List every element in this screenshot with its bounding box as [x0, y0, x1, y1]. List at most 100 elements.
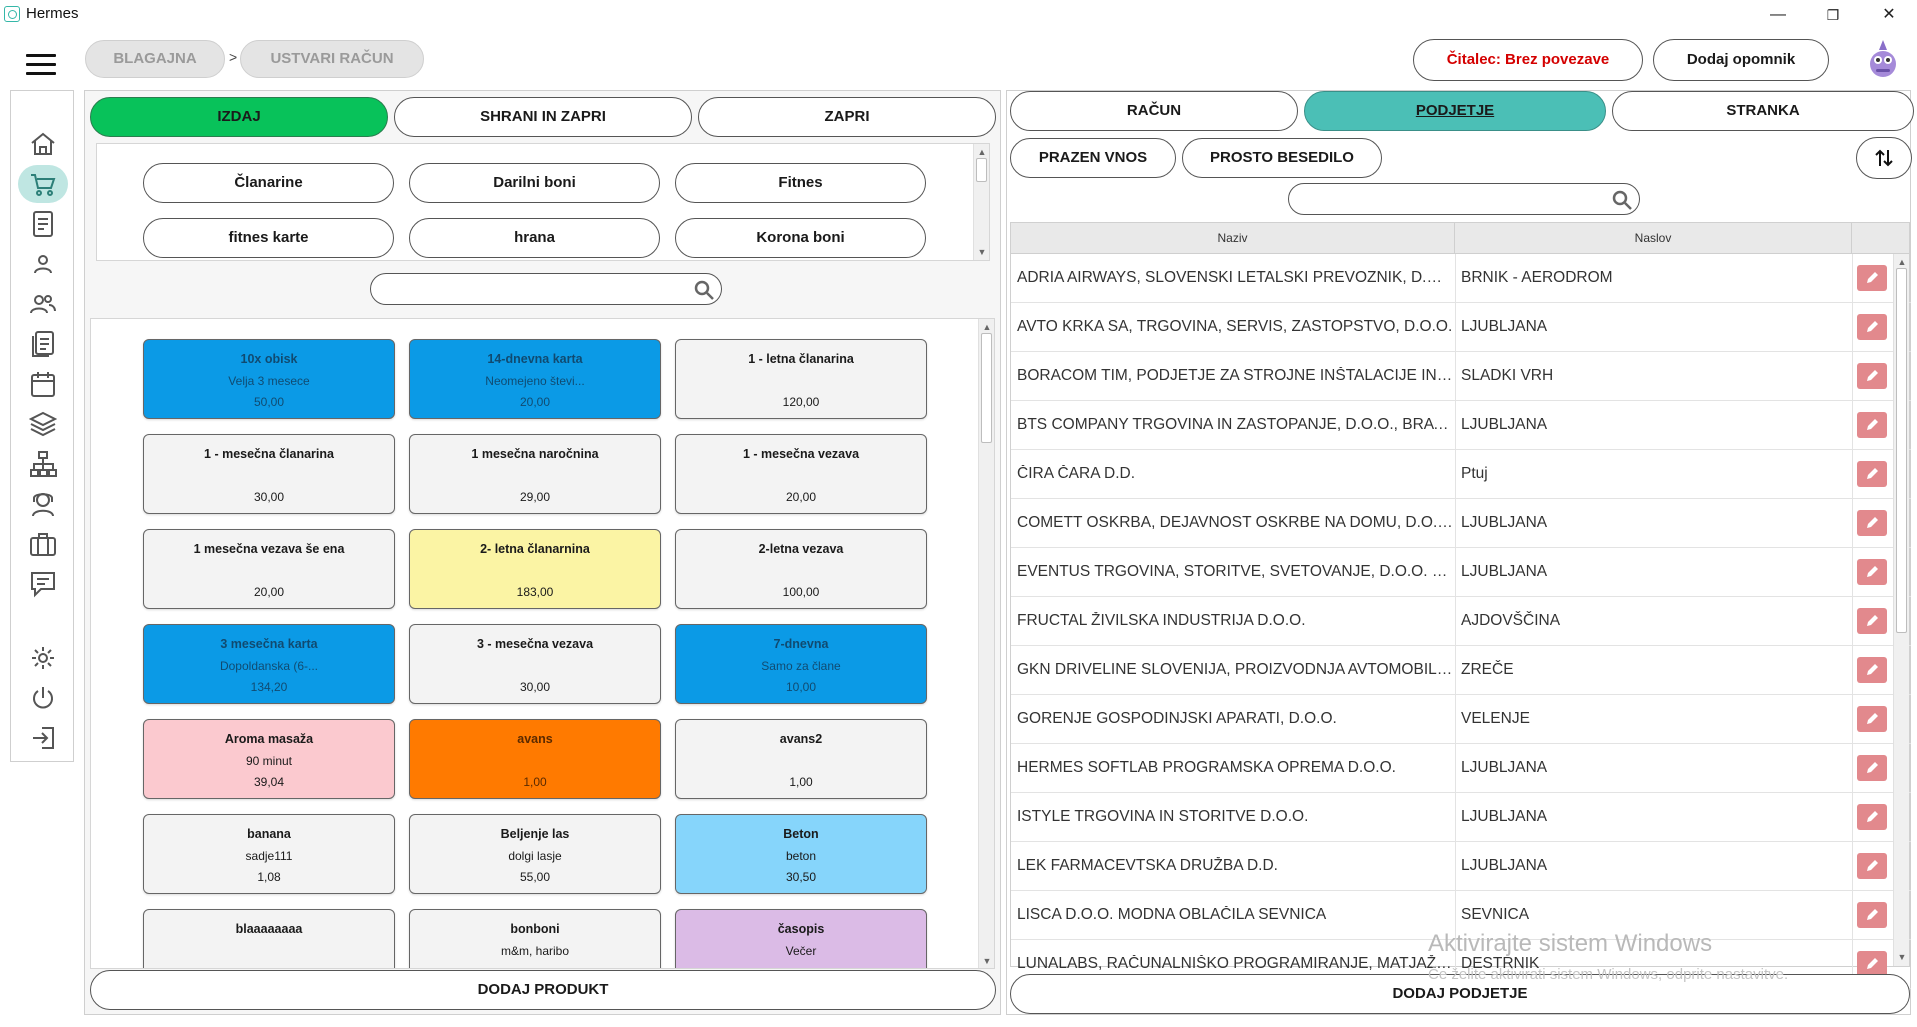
breadcrumb-create-invoice[interactable]: USTVARI RAČUN — [240, 40, 424, 78]
product-tile[interactable]: Aroma masaža 90 minut 39,04 — [143, 719, 395, 799]
support-icon[interactable] — [11, 487, 75, 521]
product-tile[interactable]: Beljenje las dolgi lasje 55,00 — [409, 814, 661, 894]
category-fitnes-karte[interactable]: fitnes karte — [143, 218, 394, 258]
reader-status-button[interactable]: Čitalec: Brez povezave — [1413, 39, 1643, 81]
edit-button[interactable] — [1857, 559, 1887, 585]
calendar-icon[interactable] — [11, 367, 75, 401]
product-scrollbar[interactable]: ▲ ▼ — [978, 319, 994, 968]
edit-button[interactable] — [1857, 706, 1887, 732]
product-tile[interactable]: 1 - mesečna vezava 20,00 — [675, 434, 927, 514]
edit-button[interactable] — [1857, 265, 1887, 291]
product-search-input[interactable] — [370, 273, 722, 305]
users-icon[interactable] — [11, 287, 75, 321]
company-search-input[interactable] — [1288, 183, 1640, 215]
edit-button[interactable] — [1857, 412, 1887, 438]
edit-button[interactable] — [1857, 608, 1887, 634]
category-fitnes[interactable]: Fitnes — [675, 163, 926, 203]
close-window-button[interactable]: ✕ — [1866, 2, 1912, 28]
product-tile[interactable]: časopis Večer — [675, 909, 927, 968]
layers-icon[interactable] — [11, 407, 75, 441]
category-korona-boni[interactable]: Korona boni — [675, 218, 926, 258]
product-tile[interactable]: 3 mesečna karta Dopoldanska (6-... 134,20 — [143, 624, 395, 704]
table-row[interactable]: LEK FARMACEVTSKA DRUŽBA D.D. LJUBLJANA — [1011, 842, 1911, 891]
category-scrollbar[interactable]: ▲ ▼ — [973, 144, 989, 260]
product-tile[interactable]: 1 mesečna naročnina 29,00 — [409, 434, 661, 514]
table-row[interactable]: ISTYLE TRGOVINA IN STORITVE D.O.O. LJUBLJ… — [1011, 793, 1911, 842]
power-icon[interactable] — [11, 681, 75, 715]
free-text-button[interactable]: PROSTO BESEDILO — [1182, 138, 1382, 178]
table-row[interactable]: ADRIA AIRWAYS, SLOVENSKI LETALSKI PREVOZ… — [1011, 254, 1911, 303]
category-hrana[interactable]: hrana — [409, 218, 660, 258]
product-tile[interactable]: 1 mesečna vezava še ena 20,00 — [143, 529, 395, 609]
table-row[interactable]: BTS COMPANY TRGOVINA IN ZASTOPANJE, D.O.… — [1011, 401, 1911, 450]
category-clanarine[interactable]: Članarine — [143, 163, 394, 203]
avatar[interactable] — [1867, 38, 1899, 80]
edit-button[interactable] — [1857, 657, 1887, 683]
minimize-button[interactable]: — — [1755, 2, 1801, 28]
product-tile[interactable]: 10x obisk Velja 3 mesece 50,00 — [143, 339, 395, 419]
product-tile[interactable]: avans 1,00 — [409, 719, 661, 799]
logout-icon[interactable] — [11, 721, 75, 755]
edit-button[interactable] — [1857, 853, 1887, 879]
edit-button[interactable] — [1857, 314, 1887, 340]
edit-button[interactable] — [1857, 363, 1887, 389]
table-row[interactable]: COMETT OSKRBA, DEJAVNOST OSKRBE NA DOMU,… — [1011, 499, 1911, 548]
product-description: sadje111 — [245, 849, 293, 863]
table-row[interactable]: BORACOM TIM, PODJETJE ZA STROJNE INŠTALA… — [1011, 352, 1911, 401]
product-tile[interactable]: 2-letna vezava 100,00 — [675, 529, 927, 609]
product-tile[interactable]: bonboni m&m, haribo — [409, 909, 661, 968]
home-icon[interactable] — [11, 127, 75, 161]
add-product-button[interactable]: DODAJ PRODUKT — [90, 970, 996, 1010]
product-tile[interactable]: 2- letna članarnina 183,00 — [409, 529, 661, 609]
edit-button[interactable] — [1857, 755, 1887, 781]
table-row[interactable]: GORENJE GOSPODINJSKI APARATI, D.O.O. VELE… — [1011, 695, 1911, 744]
issue-button[interactable]: IZDAJ — [90, 97, 388, 137]
save-close-button[interactable]: SHRANI IN ZAPRI — [394, 97, 692, 137]
empty-entry-button[interactable]: PRAZEN VNOS — [1010, 138, 1176, 178]
tab-invoice[interactable]: RAČUN — [1010, 91, 1298, 131]
table-header: Naziv Naslov — [1011, 223, 1909, 254]
product-tile[interactable]: banana sadje111 1,08 — [143, 814, 395, 894]
restore-button[interactable]: ❐ — [1810, 2, 1856, 28]
table-row[interactable]: HERMES SOFTLAB PROGRAMSKA OPREMA D.O.O. L… — [1011, 744, 1911, 793]
tab-company[interactable]: PODJETJE — [1304, 91, 1606, 131]
table-row[interactable]: GKN DRIVELINE SLOVENIJA, PROIZVODNJA AVT… — [1011, 646, 1911, 695]
message-icon[interactable] — [11, 567, 75, 601]
close-button[interactable]: ZAPRI — [698, 97, 996, 137]
product-tile[interactable]: 7-dnevna Samo za člane 10,00 — [675, 624, 927, 704]
search-icon[interactable] — [1611, 189, 1633, 211]
product-tile[interactable]: 14-dnevna karta Neomejeno števi... 20,00 — [409, 339, 661, 419]
add-reminder-button[interactable]: Dodaj opomnik — [1653, 39, 1829, 81]
table-row[interactable]: EVENTUS TRGOVINA, STORITVE, SVETOVANJE, … — [1011, 548, 1911, 597]
list-icon[interactable] — [11, 327, 75, 361]
table-row[interactable]: AVTO KRKA SA, TRGOVINA, SERVIS, ZASTOPST… — [1011, 303, 1911, 352]
document-icon[interactable] — [11, 207, 75, 241]
breadcrumb-blagajna[interactable]: BLAGAJNA — [85, 40, 225, 78]
product-tile[interactable]: 3 - mesečna vezava 30,00 — [409, 624, 661, 704]
pencil-icon — [1867, 566, 1878, 577]
table-row[interactable]: FRUCTAL ŽIVILSKA INDUSTRIJA D.O.O. AJDOVŠ… — [1011, 597, 1911, 646]
search-icon[interactable] — [693, 279, 715, 301]
product-tile[interactable]: 1 - mesečna članarina 30,00 — [143, 434, 395, 514]
network-icon[interactable] — [11, 447, 75, 481]
briefcase-icon[interactable] — [11, 527, 75, 561]
user-icon[interactable] — [11, 247, 75, 281]
product-tile[interactable]: blaaaaaaaa — [143, 909, 395, 968]
gear-icon[interactable] — [11, 641, 75, 675]
cart-icon[interactable] — [11, 165, 75, 203]
column-header-address[interactable]: Naslov — [1455, 223, 1852, 253]
sort-button[interactable] — [1856, 137, 1912, 179]
product-tile[interactable]: avans2 1,00 — [675, 719, 927, 799]
menu-icon[interactable] — [26, 54, 56, 76]
edit-button[interactable] — [1857, 902, 1887, 928]
edit-button[interactable] — [1857, 510, 1887, 536]
category-darilni-boni[interactable]: Darilni boni — [409, 163, 660, 203]
product-tile[interactable]: 1 - letna članarina 120,00 — [675, 339, 927, 419]
edit-button[interactable] — [1857, 804, 1887, 830]
column-header-name[interactable]: Naziv — [1011, 223, 1455, 253]
table-row[interactable]: ČIRA ČARA D.D. Ptuj — [1011, 450, 1911, 499]
edit-button[interactable] — [1857, 461, 1887, 487]
tab-customer[interactable]: STRANKA — [1612, 91, 1914, 131]
table-scrollbar[interactable]: ▲ ▼ — [1893, 254, 1909, 966]
product-tile[interactable]: Beton beton 30,50 — [675, 814, 927, 894]
